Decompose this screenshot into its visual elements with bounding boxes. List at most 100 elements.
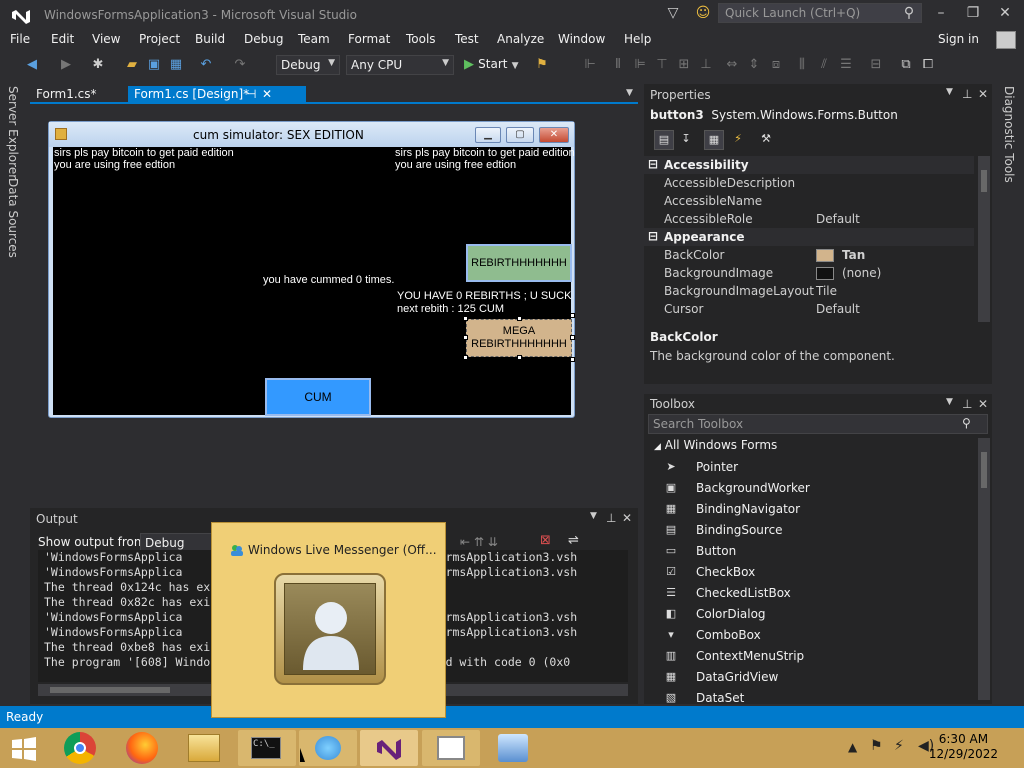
toolbox-item[interactable]: ☰ CheckedListBox [664, 584, 964, 604]
open-folder-icon[interactable]: ▰ [124, 57, 140, 73]
bring-to-front-icon[interactable]: ⧉ [898, 57, 914, 73]
scrollbar-thumb[interactable] [981, 452, 987, 488]
system-clock[interactable]: 6:30 AM 12/29/2022 [929, 732, 998, 762]
collapse-icon[interactable]: ⊟ [648, 157, 658, 171]
free-label-left[interactable]: you are using free edtion [54, 159, 175, 172]
panel-menu-chevron-icon[interactable]: ▼ [946, 397, 953, 407]
resize-handle-w[interactable] [463, 335, 468, 340]
close-icon[interactable]: ✕ [622, 511, 632, 525]
restore-button[interactable]: ❐ [962, 5, 984, 21]
prop-row[interactable]: BackgroundImageLayout Tile [644, 282, 974, 300]
rebirth-button[interactable]: REBIRTHHHHHHH [466, 244, 572, 282]
make-same-size-icon[interactable]: ⧈ [768, 57, 784, 73]
property-pages-icon[interactable]: ⚒ [756, 130, 776, 150]
toolbox-scrollbar[interactable] [978, 438, 990, 700]
sign-in-link[interactable]: Sign in [938, 32, 979, 46]
menu-analyze[interactable]: Analyze [497, 32, 544, 46]
menu-tools[interactable]: Tools [406, 32, 436, 46]
solution-config-dropdown[interactable]: Debug ▼ [276, 55, 340, 75]
selected-object-dropdown[interactable]: button3 System.Windows.Forms.Button [650, 108, 898, 122]
rebirths-label[interactable]: YOU HAVE 0 REBIRTHS ; U SUCK [397, 290, 571, 303]
search-icon[interactable]: ⚲ [962, 416, 971, 430]
power-icon[interactable]: ⚡ [894, 738, 904, 754]
align-middles-icon[interactable]: ⊞ [676, 57, 692, 73]
remote-desktop-icon[interactable] [498, 734, 528, 762]
diagnostic-tools-tab[interactable]: Diagnostic Tools [1002, 86, 1016, 183]
toolbox-item[interactable]: ☑ CheckBox [664, 563, 964, 583]
scrollbar-thumb[interactable] [50, 687, 170, 693]
resize-handle-se[interactable] [570, 357, 575, 362]
prop-row[interactable]: AccessibleName [644, 192, 974, 210]
tab-form1-design[interactable]: Form1.cs [Design]* ⊣ ✕ [128, 86, 306, 102]
panel-menu-chevron-icon[interactable]: ▼ [946, 87, 953, 97]
close-icon[interactable]: ✕ [978, 87, 988, 101]
events-icon[interactable]: ⚡ [728, 130, 748, 150]
prop-row[interactable]: AccessibleRole Default [644, 210, 974, 228]
file-explorer-icon[interactable] [188, 734, 220, 762]
free-label-right[interactable]: you are using free edtion [395, 159, 516, 172]
toolbox-item[interactable]: ▾ ComboBox [664, 626, 964, 646]
form-maximize-button[interactable]: ▢ [506, 127, 534, 143]
minimize-button[interactable]: – [930, 5, 952, 21]
center-horizontally-icon[interactable]: ⊟ [868, 57, 884, 73]
toolbox-item[interactable]: ➤ Pointer [664, 458, 964, 478]
chrome-icon[interactable] [64, 732, 96, 764]
horizontal-spacing-icon[interactable]: ⫼ [794, 57, 810, 73]
save-all-icon[interactable]: ▦ [168, 57, 184, 73]
taskbar-store[interactable] [422, 730, 480, 766]
align-centers-icon[interactable]: ⫴ [610, 57, 626, 73]
prop-row[interactable]: AccessibleDescription [644, 174, 974, 192]
messenger-preview-popup[interactable]: Windows Live Messenger (Off... [211, 522, 446, 718]
align-bottoms-icon[interactable]: ⊥ [698, 57, 714, 73]
toolbox-item[interactable]: ▣ BackgroundWorker [664, 479, 964, 499]
resize-handle-e[interactable] [570, 335, 575, 340]
menu-team[interactable]: Team [298, 32, 330, 46]
firefox-icon[interactable] [126, 732, 158, 764]
resize-handle-sw[interactable] [463, 355, 468, 360]
menu-file[interactable]: File [10, 32, 30, 46]
properties-scrollbar[interactable] [978, 156, 990, 322]
pin-icon[interactable]: ⊥ [606, 511, 616, 525]
filter-icon[interactable]: ▽ [662, 5, 684, 21]
clear-all-icon[interactable]: ⊠ [540, 533, 551, 548]
account-avatar-icon[interactable] [996, 31, 1016, 49]
cum-button[interactable]: CUM [265, 378, 371, 416]
resize-handle-s[interactable] [517, 355, 522, 360]
toolbox-search-input[interactable]: Search Toolbox [648, 414, 988, 434]
tray-overflow-chevron-icon[interactable]: ▲ [848, 740, 857, 754]
forward-icon[interactable]: ▶ [58, 57, 74, 73]
undo-icon[interactable]: ↶ [198, 57, 214, 73]
menu-edit[interactable]: Edit [51, 32, 74, 46]
make-same-width-icon[interactable]: ⇔ [724, 57, 740, 73]
menu-build[interactable]: Build [195, 32, 225, 46]
taskbar-visual-studio[interactable] [360, 730, 418, 766]
back-icon[interactable]: ◀ [24, 57, 40, 73]
increase-spacing-icon[interactable]: ⫽ [816, 57, 832, 73]
scrollbar-thumb[interactable] [981, 170, 987, 192]
toolbox-item[interactable]: ▭ Button [664, 542, 964, 562]
prop-row[interactable]: Cursor Default [644, 300, 974, 318]
prop-row-backcolor[interactable]: BackColor Tan [644, 246, 974, 264]
toolbox-item[interactable]: ▦ DataGridView [664, 668, 964, 688]
toolbox-item[interactable]: ▤ BindingSource [664, 521, 964, 541]
properties-view-icon[interactable]: ▦ [704, 130, 724, 150]
mega-rebirth-button[interactable]: MEGA REBIRTHHHHHHH [466, 319, 572, 357]
align-tops-icon[interactable]: ⊤ [654, 57, 670, 73]
output-toolbar-icons[interactable]: ⇤ ⇈ ⇊ [460, 535, 498, 549]
prop-category-appearance[interactable]: ⊟ Appearance [644, 228, 974, 246]
close-tab-icon[interactable]: ✕ [262, 87, 272, 101]
save-icon[interactable]: ▣ [146, 57, 162, 73]
data-sources-tab[interactable]: Data Sources [6, 178, 20, 258]
collapse-icon[interactable]: ⊟ [648, 229, 658, 243]
resize-handle-nw[interactable] [463, 316, 468, 321]
vertical-spacing-icon[interactable]: ☰ [838, 57, 854, 73]
resize-handle-ne[interactable] [570, 313, 575, 318]
pin-icon[interactable]: ⊣ [246, 87, 256, 101]
attach-icon[interactable]: ⚑ [534, 57, 550, 73]
quick-launch-input[interactable]: Quick Launch (Ctrl+Q) [718, 3, 922, 23]
designer-form[interactable]: cum simulator: SEX EDITION ▁ ▢ ✕ sirs pl… [48, 121, 575, 418]
panel-menu-chevron-icon[interactable]: ▼ [590, 511, 597, 521]
align-rights-icon[interactable]: ⊫ [632, 57, 648, 73]
search-icon[interactable]: ⚲ [898, 5, 920, 21]
send-to-back-icon[interactable]: ⧠ [920, 57, 936, 73]
